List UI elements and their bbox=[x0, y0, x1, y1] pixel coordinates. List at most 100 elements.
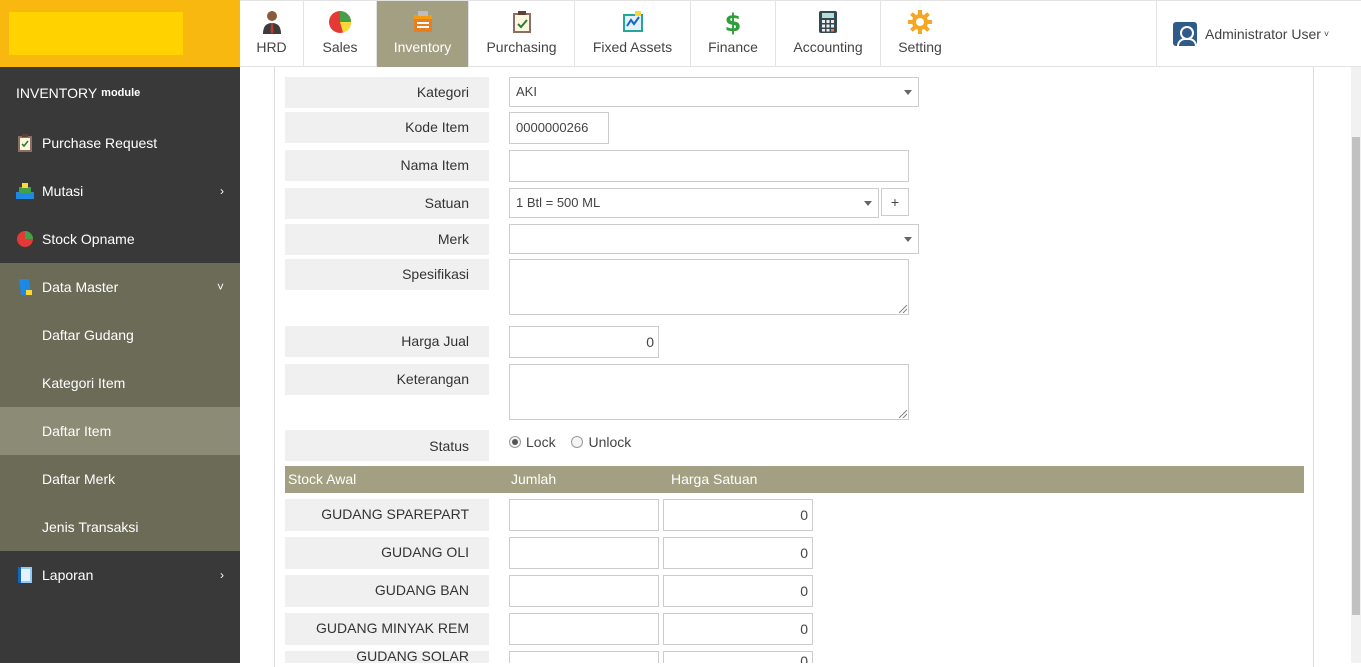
data-master-icon bbox=[16, 278, 34, 296]
stock-gudang-label: GUDANG SPAREPART bbox=[285, 499, 489, 531]
stock-harga-value: 0 bbox=[800, 583, 808, 599]
stock-harga-value: 0 bbox=[800, 507, 808, 523]
user-name: Administrator User bbox=[1205, 25, 1321, 42]
harga-jual-input[interactable]: 0 bbox=[509, 326, 659, 358]
form-row-harga-jual: Harga Jual 0 bbox=[285, 326, 925, 358]
stock-harga-value: 0 bbox=[800, 545, 808, 561]
form-row-nama-item: Nama Item bbox=[285, 150, 925, 182]
nav-inventory[interactable]: Inventory bbox=[377, 1, 469, 67]
kode-item-input[interactable]: 0000000266 bbox=[509, 112, 609, 144]
kategori-select[interactable]: AKI bbox=[509, 77, 919, 107]
sidebar-item-mutasi[interactable]: Mutasi › bbox=[0, 167, 240, 215]
chevron-down-icon: ˅ bbox=[1323, 28, 1330, 39]
sidebar-sub-label: Kategori Item bbox=[42, 375, 126, 391]
stock-jumlah-input[interactable] bbox=[509, 651, 659, 663]
chevron-right-icon: › bbox=[220, 568, 224, 582]
sidebar-item-stock-opname[interactable]: Stock Opname bbox=[0, 215, 240, 263]
stock-jumlah-input[interactable] bbox=[509, 613, 659, 645]
harga-jual-label: Harga Jual bbox=[285, 326, 489, 357]
user-avatar-icon bbox=[1173, 21, 1197, 46]
keterangan-label: Keterangan bbox=[285, 364, 489, 395]
nav-label: Setting bbox=[898, 39, 942, 55]
resize-grip-icon[interactable] bbox=[899, 305, 907, 313]
radio-checked-icon bbox=[509, 436, 521, 448]
sidebar-item-purchase-request[interactable]: Purchase Request bbox=[0, 119, 240, 167]
sidebar-sub-label: Daftar Item bbox=[42, 423, 112, 439]
status-unlock-radio[interactable]: Unlock bbox=[571, 434, 631, 450]
resize-grip-icon[interactable] bbox=[899, 410, 907, 418]
sidebar-item-data-master[interactable]: Data Master ˅ bbox=[0, 263, 240, 311]
sidebar-sub-daftar-gudang[interactable]: Daftar Gudang bbox=[0, 311, 240, 359]
nav-purchasing[interactable]: Purchasing bbox=[469, 1, 575, 67]
nav-finance[interactable]: $ Finance bbox=[691, 1, 776, 67]
stock-harga-input[interactable]: 0 bbox=[663, 537, 813, 569]
user-menu[interactable]: Administrator User ˅ bbox=[1157, 1, 1361, 66]
sidebar-sub-label: Daftar Gudang bbox=[42, 327, 134, 343]
logo[interactable] bbox=[9, 12, 183, 55]
sidebar-sub-kategori-item[interactable]: Kategori Item bbox=[0, 359, 240, 407]
dropdown-arrow-icon bbox=[864, 201, 872, 206]
laporan-icon bbox=[16, 566, 34, 584]
stock-row: GUDANG SPAREPART 0 bbox=[285, 499, 825, 531]
stock-row: GUDANG SOLAR 0 bbox=[285, 651, 825, 663]
sidebar-item-label: Purchase Request bbox=[42, 135, 158, 151]
main-content: Kategori AKI Kode Item 0000000266 Nama I… bbox=[240, 67, 1351, 667]
stock-harga-input[interactable]: 0 bbox=[663, 575, 813, 607]
stock-harga-input[interactable]: 0 bbox=[663, 499, 813, 531]
nav-setting[interactable]: Setting bbox=[881, 1, 959, 67]
status-lock-radio[interactable]: Lock bbox=[509, 434, 556, 450]
form-row-merk: Merk bbox=[285, 224, 925, 255]
kategori-value: AKI bbox=[516, 84, 537, 99]
spesifikasi-textarea[interactable] bbox=[509, 259, 909, 315]
stock-jumlah-input[interactable] bbox=[509, 499, 659, 531]
nav-label: Inventory bbox=[393, 39, 452, 55]
keterangan-textarea[interactable] bbox=[509, 364, 909, 420]
stock-header-jumlah: Jumlah bbox=[511, 471, 557, 487]
nama-item-label: Nama Item bbox=[285, 150, 489, 181]
stock-harga-input[interactable]: 0 bbox=[663, 613, 813, 645]
stock-row: GUDANG OLI 0 bbox=[285, 537, 825, 569]
module-suffix: module bbox=[101, 87, 141, 99]
stock-row: GUDANG MINYAK REM 0 bbox=[285, 613, 825, 645]
radio-unchecked-icon bbox=[571, 436, 584, 448]
sidebar-sub-jenis-transaksi[interactable]: Jenis Transaksi bbox=[0, 503, 240, 551]
nav-fixed-assets[interactable]: Fixed Assets bbox=[575, 1, 691, 67]
merk-label: Merk bbox=[285, 224, 489, 255]
nav-accounting[interactable]: Accounting bbox=[776, 1, 881, 67]
form-row-spesifikasi: Spesifikasi bbox=[285, 259, 925, 315]
stock-opname-icon bbox=[16, 230, 34, 248]
satuan-select[interactable]: 1 Btl = 500 ML bbox=[509, 188, 879, 218]
nama-item-input[interactable] bbox=[509, 150, 909, 182]
sidebar-sub-daftar-item[interactable]: Daftar Item bbox=[0, 407, 240, 455]
svg-text:$: $ bbox=[725, 9, 742, 35]
stock-harga-input[interactable]: 0 bbox=[663, 651, 813, 663]
form-row-status: Status Lock Unlock bbox=[285, 430, 925, 461]
stock-gudang-label: GUDANG BAN bbox=[285, 575, 489, 607]
stock-harga-value: 0 bbox=[800, 653, 808, 663]
status-radio-group: Lock Unlock bbox=[509, 434, 643, 451]
nav-hrd[interactable]: HRD bbox=[240, 1, 304, 67]
nav-sales[interactable]: Sales bbox=[304, 1, 377, 67]
finance-dollar-icon: $ bbox=[721, 9, 745, 35]
sidebar-item-laporan[interactable]: Laporan › bbox=[0, 551, 240, 599]
add-satuan-button[interactable]: + bbox=[881, 188, 909, 216]
status-label: Status bbox=[285, 430, 489, 461]
nav-label: Sales bbox=[322, 39, 358, 55]
stock-gudang-label: GUDANG OLI bbox=[285, 537, 489, 569]
kode-item-label: Kode Item bbox=[285, 112, 489, 143]
stock-gudang-label: GUDANG MINYAK REM bbox=[285, 613, 489, 645]
page-scrollbar[interactable] bbox=[1351, 67, 1361, 663]
purchasing-clipboard-icon bbox=[510, 10, 534, 34]
merk-select[interactable] bbox=[509, 224, 919, 254]
nav-label: Fixed Assets bbox=[592, 39, 673, 55]
inventory-box-icon bbox=[411, 10, 435, 34]
stock-jumlah-input[interactable] bbox=[509, 537, 659, 569]
sidebar-sub-daftar-merk[interactable]: Daftar Merk bbox=[0, 455, 240, 503]
sales-pie-icon bbox=[328, 10, 352, 34]
nav-spacer bbox=[959, 1, 1157, 66]
kode-item-value: 0000000266 bbox=[516, 120, 589, 135]
scrollbar-thumb[interactable] bbox=[1352, 137, 1360, 615]
stock-jumlah-input[interactable] bbox=[509, 575, 659, 607]
item-form: Kategori AKI Kode Item 0000000266 Nama I… bbox=[274, 67, 1314, 667]
nav-label: Purchasing bbox=[486, 39, 557, 55]
